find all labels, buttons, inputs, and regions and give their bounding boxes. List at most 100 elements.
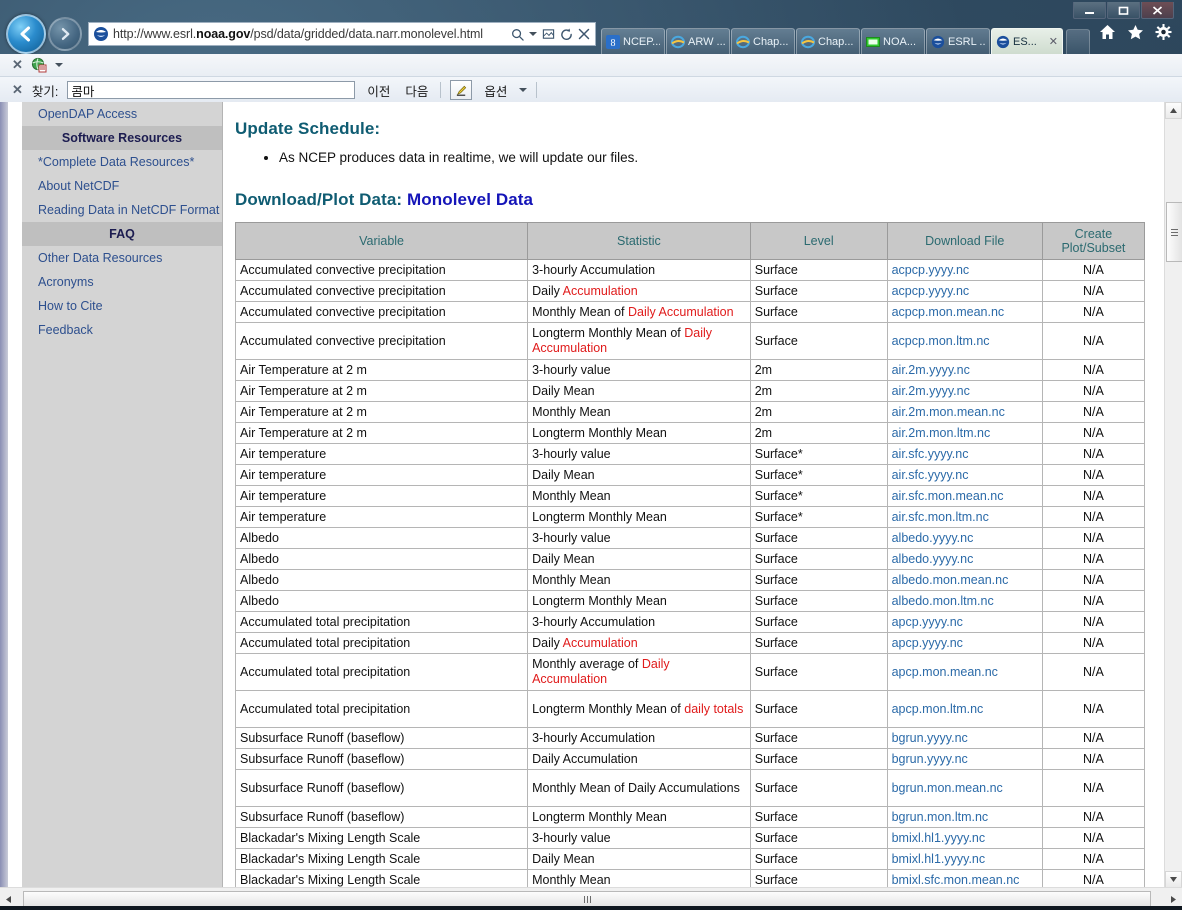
cell-download-file[interactable]: apcp.mon.ltm.nc [886,690,1043,728]
cell-download-file[interactable]: bgrun.mon.ltm.nc [886,806,1043,828]
cell-statistic: 3-hourly Accumulation [527,727,751,749]
compatibility-view-icon[interactable] [542,28,555,41]
cell-download-file[interactable]: acpcp.mon.mean.nc [886,301,1043,323]
column-header-level[interactable]: Level [749,222,888,260]
column-header-create-plot-subset[interactable]: Create Plot/Subset [1041,222,1146,260]
vertical-scroll-thumb[interactable] [1166,202,1182,262]
cell-download-file[interactable]: albedo.yyyy.nc [886,548,1043,570]
stop-icon[interactable] [578,28,590,40]
cell-variable: Air temperature [234,485,529,507]
cell-download-file[interactable]: air.sfc.yyyy.nc [886,443,1043,465]
cell-download-file[interactable]: albedo.mon.ltm.nc [886,590,1043,612]
tab-es-active[interactable]: ES... ✕ [991,28,1063,54]
cell-variable: Albedo [234,548,529,570]
sidebar-nav: OpenDAP Access Software Resources *Compl… [22,102,223,888]
cell-download-file[interactable]: apcp.mon.mean.nc [886,653,1043,691]
horizontal-scroll-track[interactable] [17,890,1165,908]
sidebar-item-complete-data-resources[interactable]: *Complete Data Resources* [22,150,222,174]
translate-icon[interactable] [31,57,47,73]
cell-download-file[interactable]: air.2m.yyyy.nc [886,380,1043,402]
cell-download-file[interactable]: bmixl.sfc.mon.mean.nc [886,869,1043,888]
cell-download-file[interactable]: air.sfc.mon.mean.nc [886,485,1043,507]
restore-button[interactable] [1107,2,1140,19]
cell-download-file[interactable]: bgrun.yyyy.nc [886,748,1043,770]
cell-level: Surface* [749,506,888,528]
column-header-download-file[interactable]: Download File [886,222,1043,260]
sidebar-item-acronyms[interactable]: Acronyms [22,270,222,294]
cell-variable: Accumulated convective precipitation [234,322,529,360]
home-icon[interactable] [1099,24,1116,45]
tab-close-icon[interactable]: ✕ [1049,35,1058,48]
cell-download-file[interactable]: apcp.yyyy.nc [886,611,1043,633]
scroll-right-button[interactable] [1165,891,1182,908]
scroll-left-button[interactable] [0,891,17,908]
close-button[interactable] [1141,2,1174,19]
vertical-scrollbar[interactable] [1164,102,1182,888]
sidebar-item-other-data-resources[interactable]: Other Data Resources [22,246,222,270]
cell-download-file[interactable]: acpcp.yyyy.nc [886,259,1043,281]
favorites-star-icon[interactable] [1127,24,1144,45]
find-options-caret-icon[interactable] [519,88,528,92]
find-previous-button[interactable]: 이전 [364,81,393,100]
table-row: Accumulated convective precipitation 3-ho… [234,259,1146,281]
cell-download-file[interactable]: bmixl.hl1.yyyy.nc [886,848,1043,870]
notification-close-icon[interactable]: ✕ [12,57,23,73]
notification-dropdown-caret-icon[interactable] [54,63,63,67]
minimize-button[interactable] [1073,2,1106,19]
tab-arw[interactable]: ARW ... [666,28,730,54]
cell-level: Surface* [749,464,888,486]
sidebar-item-how-to-cite[interactable]: How to Cite [22,294,222,318]
cell-download-file[interactable]: air.2m.yyyy.nc [886,359,1043,381]
cell-download-file[interactable]: bgrun.yyyy.nc [886,727,1043,749]
cell-download-file[interactable]: apcp.yyyy.nc [886,632,1043,654]
sidebar-item-reading-data-netcdf[interactable]: Reading Data in NetCDF Format [22,198,222,222]
cell-statistic: 3-hourly Accumulation [527,611,751,633]
table-row: Subsurface Runoff (baseflow) Longterm Mon… [234,806,1146,828]
scroll-up-button[interactable] [1165,102,1182,119]
column-header-statistic[interactable]: Statistic [527,222,751,260]
find-input[interactable]: 콤마 [67,81,356,99]
column-header-variable[interactable]: Variable [234,222,529,260]
find-options-button[interactable]: 옵션 [481,81,510,100]
sidebar-item-feedback[interactable]: Feedback [22,318,222,342]
address-url-text: http://www.esrl.noaa.gov/psd/data/gridde… [113,27,483,41]
tools-gear-icon[interactable] [1155,23,1172,45]
cell-create-plot: N/A [1041,548,1146,570]
new-tab-button[interactable] [1066,29,1090,54]
cell-download-file[interactable]: acpcp.yyyy.nc [886,280,1043,302]
tab-chap-2[interactable]: Chap... [796,28,860,54]
cell-download-file[interactable]: air.2m.mon.mean.nc [886,401,1043,423]
cell-download-file[interactable]: air.2m.mon.ltm.nc [886,422,1043,444]
cell-download-file[interactable]: albedo.yyyy.nc [886,527,1043,549]
sidebar-item-opendap-access[interactable]: OpenDAP Access [22,102,222,126]
table-body: Accumulated convective precipitation 3-ho… [234,259,1146,888]
cell-download-file[interactable]: acpcp.mon.ltm.nc [886,322,1043,360]
cell-create-plot: N/A [1041,301,1146,323]
cell-download-file[interactable]: bmixl.hl1.yyyy.nc [886,827,1043,849]
horizontal-scroll-thumb[interactable] [23,890,1151,908]
cell-statistic: Longterm Monthly Mean [527,806,751,828]
cell-statistic: Monthly Mean of Daily Accumulation [527,301,751,323]
cell-create-plot: N/A [1041,359,1146,381]
sidebar-item-about-netcdf[interactable]: About NetCDF [22,174,222,198]
cell-create-plot: N/A [1041,827,1146,849]
search-dropdown-caret-icon[interactable] [529,32,537,36]
refresh-icon[interactable] [560,28,573,41]
cell-create-plot: N/A [1041,848,1146,870]
tab-noaa[interactable]: NOA... [861,28,925,54]
back-arrow-icon[interactable] [6,14,46,54]
cell-download-file[interactable]: albedo.mon.mean.nc [886,569,1043,591]
tab-ncep[interactable]: 8 NCEP... [601,28,665,54]
cell-download-file[interactable]: air.sfc.yyyy.nc [886,464,1043,486]
cell-download-file[interactable]: air.sfc.mon.ltm.nc [886,506,1043,528]
cell-download-file[interactable]: bgrun.mon.mean.nc [886,769,1043,807]
tab-esrl[interactable]: ESRL ... [926,28,990,54]
address-bar[interactable]: http://www.esrl.noaa.gov/psd/data/gridde… [88,22,596,46]
search-icon[interactable] [511,28,524,41]
find-close-icon[interactable]: ✕ [12,82,23,98]
forward-arrow-icon[interactable] [48,17,82,51]
scroll-down-button[interactable] [1165,871,1182,888]
tab-chap-1[interactable]: Chap... [731,28,795,54]
highlighter-icon[interactable] [450,80,473,100]
find-next-button[interactable]: 다음 [402,81,431,100]
